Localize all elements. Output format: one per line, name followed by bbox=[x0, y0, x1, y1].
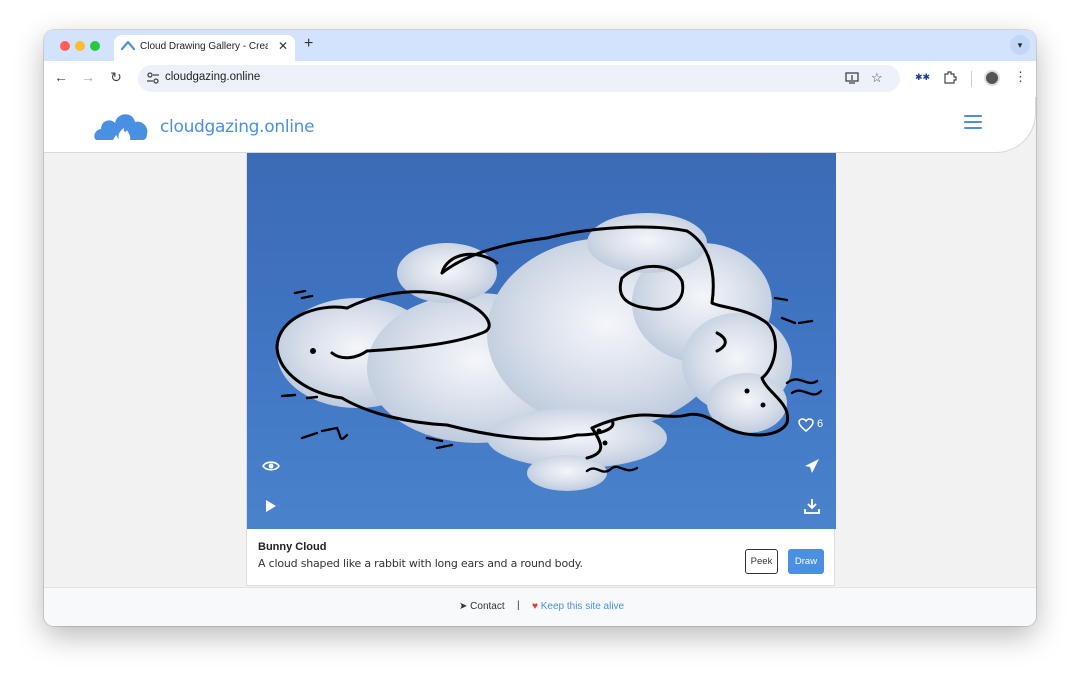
heart-like-icon[interactable] bbox=[798, 418, 814, 432]
url-text: cloudgazing.online bbox=[165, 71, 261, 83]
more-menu-icon[interactable]: ⋮ bbox=[1014, 69, 1027, 85]
extension-icon[interactable]: ✱✱ bbox=[915, 72, 930, 83]
forward-arrow-icon[interactable]: → bbox=[79, 69, 97, 85]
eye-view-icon[interactable] bbox=[262, 459, 280, 473]
drawing-card: 6 Bunny Cloud A cloud shaped like a rabb… bbox=[246, 153, 836, 586]
brand-name[interactable]: cloudgazing.online bbox=[160, 117, 315, 137]
cloud-favicon-icon bbox=[121, 40, 135, 51]
footer-separator: | bbox=[517, 600, 520, 611]
tab-title: Cloud Drawing Gallery - Crea bbox=[140, 41, 268, 52]
cloud-photo-with-drawing bbox=[275, 213, 823, 491]
site-settings-icon[interactable] bbox=[146, 71, 160, 85]
support-label: Keep this site alive bbox=[540, 601, 625, 612]
address-bar[interactable]: cloudgazing.online ☆ bbox=[138, 65, 900, 92]
browser-window: Cloud Drawing Gallery - Crea ✕ + ▾ ← → ↻… bbox=[44, 30, 1036, 626]
draw-button[interactable]: Draw bbox=[788, 549, 824, 574]
install-app-icon[interactable] bbox=[845, 71, 859, 85]
like-count: 6 bbox=[817, 418, 824, 430]
tab-search-chevron-icon[interactable]: ▾ bbox=[1010, 35, 1030, 55]
drawing-description: A cloud shaped like a rabbit with long e… bbox=[258, 557, 583, 570]
bookmark-star-icon[interactable]: ☆ bbox=[871, 70, 883, 86]
page-content: cloudgazing.online 6 Bunny Cloud A cloud… bbox=[44, 97, 1036, 626]
toolbar-divider bbox=[971, 71, 972, 87]
reload-icon[interactable]: ↻ bbox=[107, 69, 125, 86]
contact-link[interactable]: ➤ Contact bbox=[459, 601, 505, 612]
site-footer: ➤ Contact | ♥ Keep this site alive bbox=[44, 587, 1036, 626]
maximize-window-button[interactable] bbox=[90, 41, 100, 51]
tab-strip: Cloud Drawing Gallery - Crea ✕ + ▾ bbox=[44, 30, 1036, 61]
download-icon[interactable] bbox=[804, 498, 820, 514]
browser-toolbar: ← → ↻ cloudgazing.online ☆ ✱✱ ⋮ bbox=[44, 61, 1036, 97]
share-send-icon[interactable] bbox=[804, 458, 820, 474]
hamburger-menu-icon[interactable] bbox=[964, 115, 982, 129]
heart-icon: ♥ bbox=[532, 601, 538, 612]
close-tab-icon[interactable]: ✕ bbox=[278, 39, 288, 53]
extensions-puzzle-icon[interactable] bbox=[943, 70, 957, 84]
paper-plane-icon: ➤ bbox=[459, 601, 468, 612]
cloud-drawing-image[interactable]: 6 bbox=[247, 153, 836, 529]
minimize-window-button[interactable] bbox=[75, 41, 85, 51]
site-header: cloudgazing.online bbox=[44, 97, 1036, 153]
profile-avatar[interactable] bbox=[984, 70, 1000, 86]
peek-button[interactable]: Peek bbox=[745, 549, 778, 574]
contact-label: Contact bbox=[470, 601, 505, 612]
back-arrow-icon[interactable]: ← bbox=[52, 69, 70, 85]
cloudgazing-logo-icon[interactable] bbox=[93, 108, 149, 140]
browser-tab-active[interactable]: Cloud Drawing Gallery - Crea ✕ bbox=[114, 35, 295, 61]
drawing-title: Bunny Cloud bbox=[258, 541, 327, 553]
play-icon[interactable] bbox=[264, 498, 278, 514]
close-window-button[interactable] bbox=[60, 41, 70, 51]
new-tab-button[interactable]: + bbox=[304, 35, 313, 53]
support-link[interactable]: ♥ Keep this site alive bbox=[532, 601, 624, 612]
